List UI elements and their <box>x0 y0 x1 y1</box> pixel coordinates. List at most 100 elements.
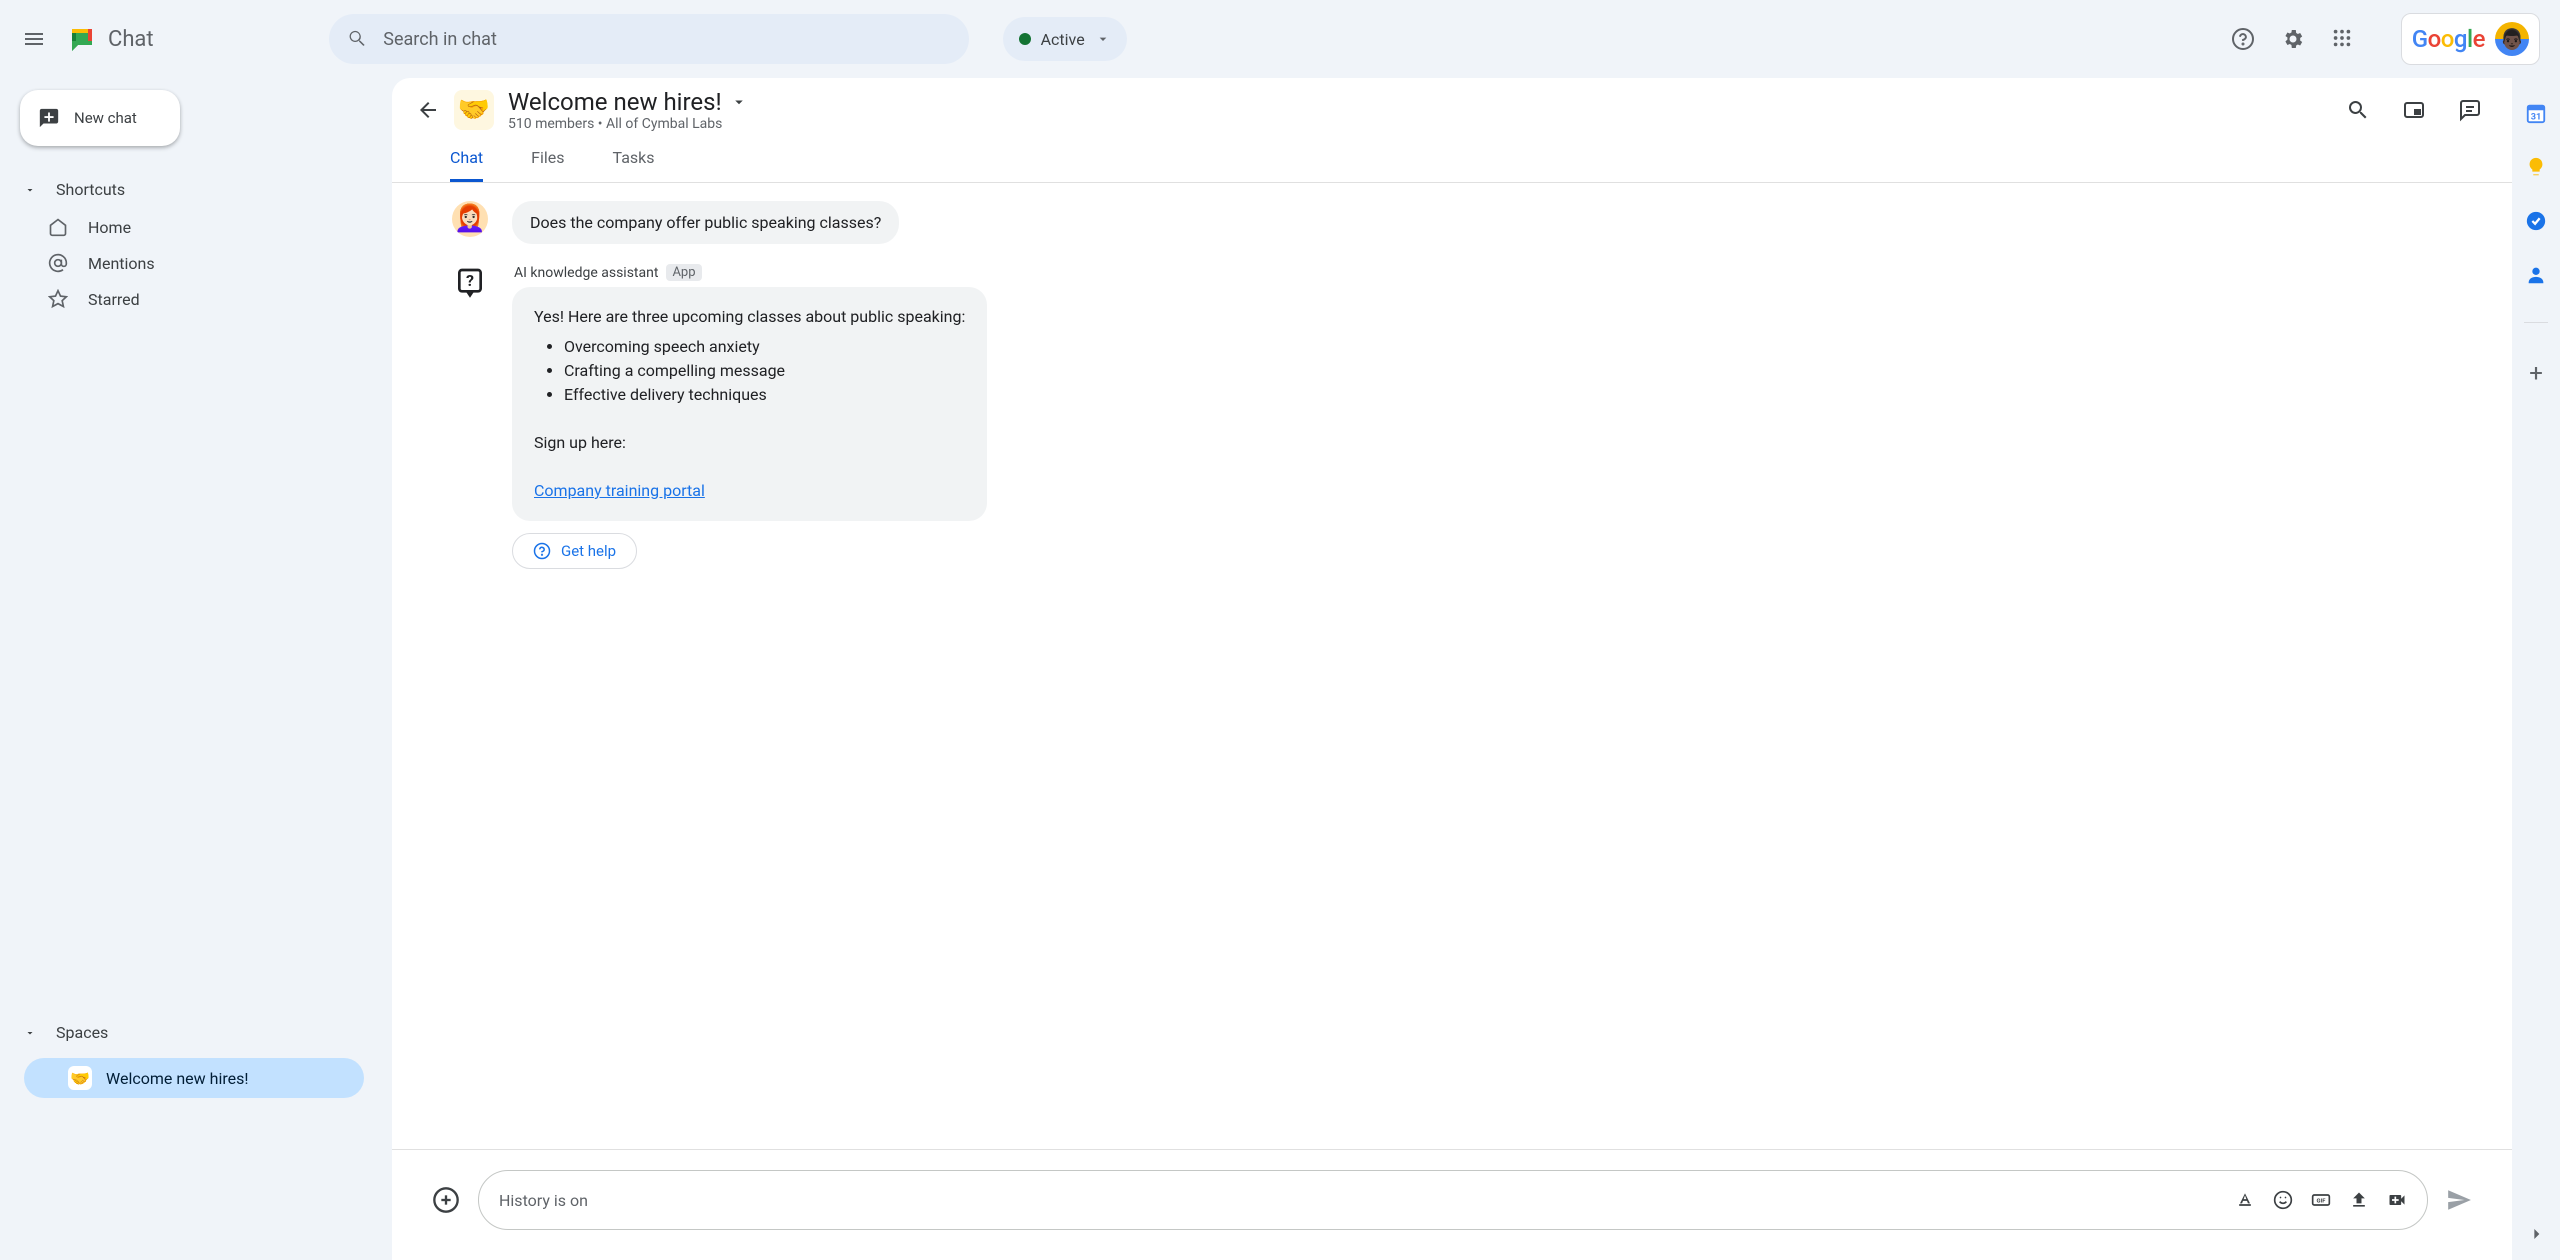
nav-home[interactable]: Home <box>0 209 362 245</box>
spaces-section[interactable]: Spaces <box>0 1013 392 1052</box>
left-sidebar: New chat Shortcuts Home Mentions Starred… <box>0 0 392 1260</box>
gif-icon: GIF <box>2311 1190 2331 1210</box>
get-help-button[interactable]: Get help <box>512 533 637 569</box>
tab-tasks[interactable]: Tasks <box>613 148 655 182</box>
emoji-icon <box>2273 1190 2293 1210</box>
get-help-label: Get help <box>561 542 616 560</box>
space-label: Welcome new hires! <box>106 1069 248 1088</box>
spaces-label: Spaces <box>56 1023 108 1042</box>
user-avatar: 👨🏿 <box>2495 22 2529 56</box>
apps-button[interactable] <box>2331 27 2355 51</box>
svg-text:31: 31 <box>2531 112 2542 122</box>
format-button[interactable] <box>2235 1190 2255 1210</box>
video-meet-button[interactable] <box>2387 1190 2407 1210</box>
keep-app-button[interactable] <box>2525 156 2547 178</box>
nav-starred-label: Starred <box>88 290 140 309</box>
user-message-text: Does the company offer public speaking c… <box>512 201 899 244</box>
send-icon <box>2446 1187 2472 1213</box>
collapse-panel-button[interactable] <box>2526 1224 2546 1244</box>
composer-area: GIF <box>392 1149 2512 1260</box>
bot-list-item: Effective delivery techniques <box>564 383 965 407</box>
app-badge: App <box>666 264 701 281</box>
conversation-emoji: 🤝 <box>454 90 494 130</box>
settings-button[interactable] <box>2281 27 2305 51</box>
upload-button[interactable] <box>2349 1190 2369 1210</box>
message-list: 👩🏻‍🦰 Does the company offer public speak… <box>392 183 2512 1149</box>
app-logo[interactable]: Chat <box>64 21 154 57</box>
help-icon <box>2231 27 2255 51</box>
nav-mentions-label: Mentions <box>88 254 155 273</box>
message-bot: ? AI knowledge assistant App Yes! Here a… <box>452 264 2472 569</box>
emoji-button[interactable] <box>2273 1190 2293 1210</box>
upload-icon <box>2349 1190 2369 1210</box>
nav-home-label: Home <box>88 218 131 237</box>
hamburger-icon <box>22 27 46 51</box>
search-input[interactable] <box>383 29 950 50</box>
conversation-title-button[interactable]: Welcome new hires! <box>508 88 748 116</box>
status-dot-icon <box>1019 33 1031 45</box>
status-label: Active <box>1041 30 1085 49</box>
back-button[interactable] <box>416 98 440 122</box>
tab-files[interactable]: Files <box>531 148 564 182</box>
nav-mentions[interactable]: Mentions <box>0 245 362 281</box>
account-switcher[interactable]: Google 👨🏿 <box>2401 13 2540 65</box>
bot-signup-text: Sign up here: <box>534 431 965 455</box>
calendar-icon: 31 <box>2525 102 2547 124</box>
search-icon <box>347 28 368 50</box>
calendar-app-button[interactable]: 31 <box>2525 102 2547 124</box>
help-button[interactable] <box>2231 27 2255 51</box>
apps-grid-icon <box>2331 27 2353 49</box>
space-emoji-icon: 🤝 <box>68 1066 92 1090</box>
bot-intro: Yes! Here are three upcoming classes abo… <box>534 305 965 329</box>
search-icon <box>2346 98 2370 122</box>
message-input[interactable] <box>499 1191 2235 1210</box>
main-panel: 🤝 Welcome new hires! 510 members • All o… <box>392 78 2512 1260</box>
send-button[interactable] <box>2446 1187 2472 1213</box>
new-chat-button[interactable]: New chat <box>20 90 180 146</box>
message-composer[interactable]: GIF <box>478 1170 2428 1230</box>
status-selector[interactable]: Active <box>1003 17 1127 61</box>
star-icon <box>48 289 68 309</box>
chevron-down-icon <box>730 93 748 111</box>
add-attachment-button[interactable] <box>432 1186 460 1214</box>
thread-icon <box>2458 98 2482 122</box>
new-chat-label: New chat <box>74 109 137 127</box>
video-plus-icon <box>2387 1190 2407 1210</box>
format-text-icon <box>2235 1190 2255 1210</box>
tasks-app-button[interactable] <box>2525 210 2547 232</box>
home-icon <box>48 217 68 237</box>
gear-icon <box>2281 27 2305 51</box>
user-avatar-icon: 👩🏻‍🦰 <box>452 201 488 237</box>
main-menu-button[interactable] <box>10 15 58 63</box>
at-icon <box>48 253 68 273</box>
shortcuts-section[interactable]: Shortcuts <box>0 170 392 209</box>
caret-down-icon <box>24 184 36 196</box>
contacts-app-button[interactable] <box>2525 264 2547 286</box>
new-chat-icon <box>38 107 60 129</box>
search-box[interactable] <box>329 14 969 64</box>
training-portal-link[interactable]: Company training portal <box>534 481 705 500</box>
space-welcome-new-hires[interactable]: 🤝 Welcome new hires! <box>24 1058 364 1098</box>
shortcuts-label: Shortcuts <box>56 180 125 199</box>
svg-text:?: ? <box>466 271 474 290</box>
gif-button[interactable]: GIF <box>2311 1190 2331 1210</box>
search-in-space-button[interactable] <box>2346 98 2370 122</box>
svg-text:GIF: GIF <box>2317 1199 2327 1205</box>
arrow-left-icon <box>416 98 440 122</box>
tasks-icon <box>2525 210 2547 232</box>
conversation-subtitle: 510 members • All of Cymbal Labs <box>508 116 748 132</box>
nav-starred[interactable]: Starred <box>0 281 362 317</box>
help-circle-icon <box>533 542 551 560</box>
chevron-down-icon <box>1095 31 1111 47</box>
keep-icon <box>2525 156 2547 178</box>
add-app-button[interactable]: + <box>2529 359 2543 387</box>
toggle-side-panel-button[interactable] <box>2402 98 2426 122</box>
conversation-title: Welcome new hires! <box>508 88 722 116</box>
thread-panel-button[interactable] <box>2458 98 2482 122</box>
message-user: 👩🏻‍🦰 Does the company offer public speak… <box>452 201 2472 244</box>
google-logo: Google <box>2412 25 2485 54</box>
bot-message-bubble: Yes! Here are three upcoming classes abo… <box>512 287 987 521</box>
bot-list-item: Overcoming speech anxiety <box>564 335 965 359</box>
app-title: Chat <box>108 27 154 52</box>
tab-chat[interactable]: Chat <box>450 148 483 182</box>
